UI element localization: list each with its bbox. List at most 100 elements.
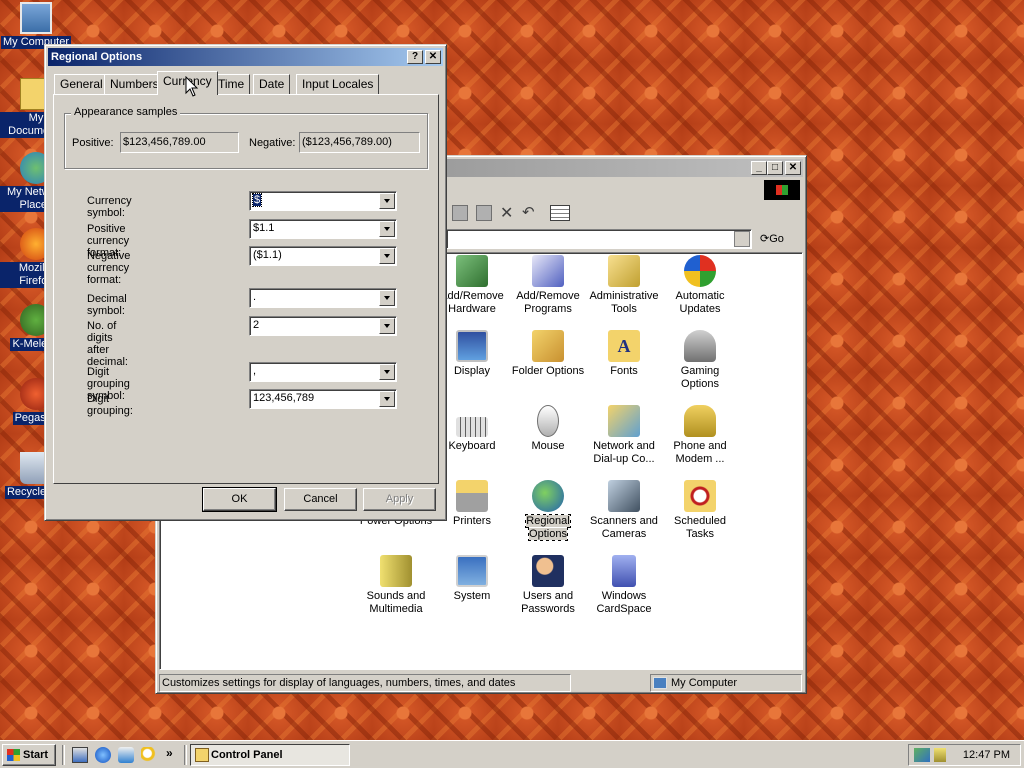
clock[interactable]: 12:47 PM: [963, 749, 1010, 761]
negative-format-value: ($1.1): [253, 249, 282, 261]
outlook-express-icon[interactable]: [118, 747, 134, 763]
copy-to-icon[interactable]: [476, 205, 492, 221]
cp-label: Windows CardSpace: [596, 590, 652, 615]
appearance-samples-label: Appearance samples: [71, 106, 181, 118]
negative-sample-value: ($123,456,789.00): [302, 136, 392, 148]
negative-format-combo[interactable]: ($1.1): [249, 246, 397, 266]
digits-after-decimal-value: 2: [253, 319, 260, 331]
delete-icon[interactable]: ✕: [500, 203, 513, 223]
desktop-icon-my-computer[interactable]: My Computer: [0, 2, 72, 49]
chevron-down-icon[interactable]: [379, 391, 395, 407]
status-zone: My Computer: [671, 677, 738, 689]
dialog-title: Regional Options: [51, 51, 143, 63]
taskbar-task-control-panel[interactable]: Control Panel: [190, 744, 350, 766]
tab-time[interactable]: Time: [212, 74, 251, 94]
cp-windows-cardspace[interactable]: Windows CardSpace: [586, 555, 662, 616]
cp-fonts[interactable]: A Fonts: [586, 330, 662, 378]
network-tray-icon[interactable]: [914, 748, 930, 762]
go-arrow-icon: ⟳: [760, 233, 770, 245]
cp-label: Administrative Tools: [589, 290, 659, 315]
dialog-close-button[interactable]: ✕: [425, 50, 441, 64]
start-label: Start: [23, 749, 49, 761]
speaker-icon: [380, 555, 412, 587]
move-to-icon[interactable]: [452, 205, 468, 221]
cp-regional-options[interactable]: Regional Options: [510, 480, 586, 541]
show-desktop-icon[interactable]: [72, 747, 88, 763]
cp-gaming-options[interactable]: Gaming Options: [662, 330, 738, 391]
positive-sample: $123,456,789.00: [120, 132, 239, 153]
currency-symbol-combo[interactable]: $: [249, 191, 397, 211]
cp-add-remove-programs[interactable]: Add/Remove Programs: [510, 255, 586, 316]
go-button[interactable]: ⟳Go: [760, 230, 800, 248]
display-icon: [456, 330, 488, 362]
digit-grouping-combo[interactable]: 123,456,789: [249, 389, 397, 409]
search-icon[interactable]: [141, 747, 157, 763]
views-icon[interactable]: [550, 205, 570, 221]
network-connections-icon: [608, 405, 640, 437]
cp-network-dialup[interactable]: Network and Dial-up Co...: [586, 405, 662, 466]
dialog-titlebar[interactable]: Regional Options ? ✕: [48, 48, 443, 66]
undo-icon[interactable]: ↶: [522, 203, 535, 221]
tab-label: General: [60, 77, 103, 91]
tab-date[interactable]: Date: [253, 74, 291, 94]
address-dropdown-arrow[interactable]: [734, 231, 750, 247]
cp-scanners-cameras[interactable]: Scanners and Cameras: [586, 480, 662, 541]
programs-icon: [532, 255, 564, 287]
digit-grouping-value: 123,456,789: [253, 392, 315, 404]
close-button[interactable]: ✕: [785, 161, 801, 175]
cp-administrative-tools[interactable]: Administrative Tools: [586, 255, 662, 316]
tab-general[interactable]: General: [54, 74, 109, 94]
ok-button[interactable]: OK: [202, 487, 277, 512]
currency-symbol-value: $: [251, 193, 263, 207]
cp-system[interactable]: System: [434, 555, 510, 603]
digit-grouping-symbol-combo[interactable]: ,: [249, 362, 397, 382]
cp-label: Phone and Modem ...: [673, 440, 727, 465]
cp-sounds-multimedia[interactable]: Sounds and Multimedia: [358, 555, 434, 616]
phone-icon: [684, 405, 716, 437]
volume-tray-icon[interactable]: [934, 748, 946, 762]
chevron-down-icon[interactable]: [379, 221, 395, 237]
tab-numbers[interactable]: Numbers: [104, 74, 165, 94]
chevron-down-icon[interactable]: [379, 193, 395, 209]
decimal-symbol-combo[interactable]: .: [249, 288, 397, 308]
cp-mouse[interactable]: Mouse: [510, 405, 586, 453]
address-field[interactable]: [446, 229, 752, 249]
cp-scheduled-tasks[interactable]: Scheduled Tasks: [662, 480, 738, 541]
chevron-down-icon[interactable]: [379, 290, 395, 306]
taskbar-divider: [184, 745, 187, 765]
digits-after-decimal-label: No. of digits after decimal:: [87, 320, 128, 368]
tab-input-locales[interactable]: Input Locales: [296, 74, 380, 94]
cp-phone-modem[interactable]: Phone and Modem ...: [662, 405, 738, 466]
cp-label: Users and Passwords: [521, 590, 575, 615]
windows-flag-icon: [7, 749, 20, 761]
decimal-symbol-label: Decimal symbol:: [87, 293, 127, 317]
cp-label: Mouse: [531, 440, 565, 452]
apply-button[interactable]: Apply: [363, 488, 436, 511]
start-button[interactable]: Start: [2, 744, 56, 766]
maximize-button[interactable]: □: [767, 161, 783, 175]
minimize-button[interactable]: _: [751, 161, 767, 175]
cancel-button[interactable]: Cancel: [284, 488, 357, 511]
positive-sample-value: $123,456,789.00: [123, 136, 206, 148]
control-panel-small-icon: [195, 748, 209, 762]
internet-explorer-icon[interactable]: [95, 747, 111, 763]
chevron-down-icon[interactable]: [379, 364, 395, 380]
digits-after-decimal-combo[interactable]: 2: [249, 316, 397, 336]
system-tray: 12:47 PM: [908, 744, 1021, 766]
cp-label: Automatic Updates: [675, 290, 725, 315]
cp-folder-options[interactable]: Folder Options: [510, 330, 586, 378]
negative-label: Negative:: [249, 137, 296, 149]
quicklaunch-more-icon[interactable]: »: [166, 746, 173, 760]
mouse-icon: [537, 405, 559, 437]
cp-users-passwords[interactable]: Users and Passwords: [510, 555, 586, 616]
chevron-down-icon[interactable]: [379, 248, 395, 264]
task-label: Control Panel: [211, 749, 283, 761]
positive-format-combo[interactable]: $1.1: [249, 219, 397, 239]
help-button[interactable]: ?: [407, 50, 423, 64]
system-computer-icon: [456, 555, 488, 587]
chevron-down-icon[interactable]: [379, 318, 395, 334]
cp-label: Regional Options: [525, 514, 571, 541]
cp-automatic-updates[interactable]: Automatic Updates: [662, 255, 738, 316]
digit-grouping-symbol-value: ,: [253, 365, 257, 377]
computer-icon: [20, 2, 52, 34]
